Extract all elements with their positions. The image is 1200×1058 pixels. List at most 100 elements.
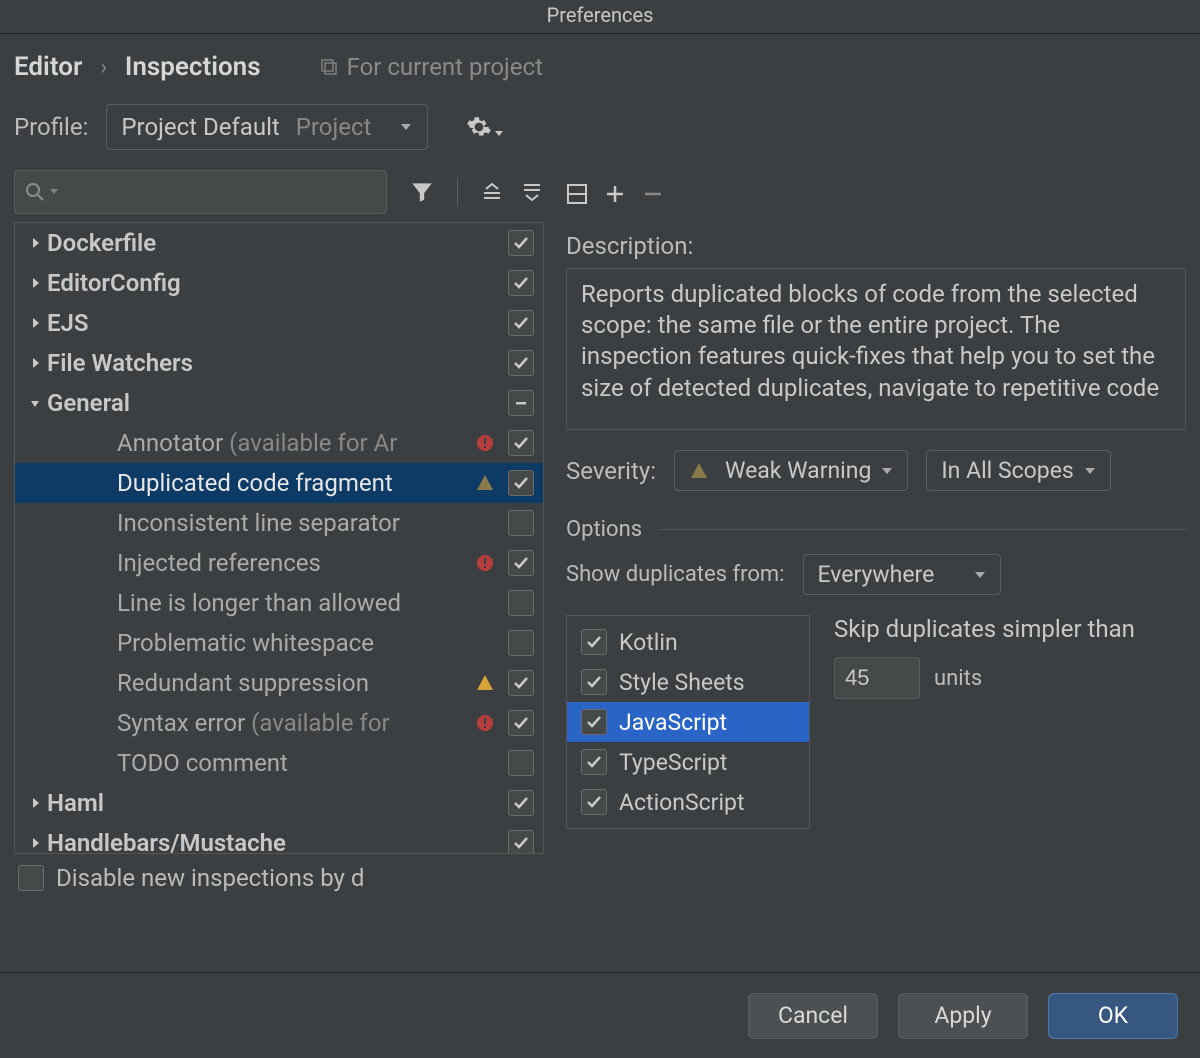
- checkbox[interactable]: [581, 789, 607, 815]
- tree-row[interactable]: Inconsistent line separator: [15, 503, 543, 543]
- chevron-down-icon: [1084, 465, 1096, 477]
- checkbox[interactable]: [581, 709, 607, 735]
- checkbox[interactable]: [508, 550, 534, 576]
- tree-row[interactable]: General: [15, 383, 543, 423]
- tree-row[interactable]: Haml: [15, 783, 543, 823]
- chevron-right-icon: ›: [100, 55, 107, 80]
- square-icon[interactable]: [566, 183, 588, 205]
- profile-hint: Project: [296, 113, 372, 141]
- chevron-down-icon: [974, 569, 986, 581]
- right-toolbar: [566, 172, 1186, 216]
- inspection-tree[interactable]: Dockerfile EditorConfig EJS File WatchersGe…: [14, 222, 544, 854]
- chevron-right-icon[interactable]: [23, 356, 47, 370]
- chevron-right-icon[interactable]: [23, 236, 47, 250]
- tree-row[interactable]: EJS: [15, 303, 543, 343]
- tree-item-label: Annotator (available for Ar: [117, 429, 471, 457]
- language-row[interactable]: TypeScript: [567, 742, 809, 782]
- language-row[interactable]: ActionScript: [567, 782, 809, 822]
- tree-row[interactable]: Annotator (available for Ar: [15, 423, 543, 463]
- duplicates-from-dropdown[interactable]: Everywhere: [803, 554, 1002, 595]
- chevron-right-icon[interactable]: [23, 836, 47, 850]
- language-row[interactable]: JavaScript: [567, 702, 809, 742]
- checkbox[interactable]: [508, 270, 534, 296]
- tree-row[interactable]: Duplicated code fragment: [15, 463, 543, 503]
- tree-item-label: Redundant suppression: [117, 669, 471, 697]
- tree-item-label: EditorConfig: [47, 269, 471, 297]
- tree-row[interactable]: Dockerfile: [15, 223, 543, 263]
- chevron-down-icon[interactable]: [23, 396, 47, 410]
- apply-button[interactable]: Apply: [898, 993, 1028, 1039]
- scope-dropdown[interactable]: In All Scopes: [926, 450, 1110, 491]
- tree-row[interactable]: Line is longer than allowed: [15, 583, 543, 623]
- tree-row[interactable]: Redundant suppression: [15, 663, 543, 703]
- tree-row[interactable]: Problematic whitespace: [15, 623, 543, 663]
- tree-item-label: EJS: [47, 309, 471, 337]
- collapse-all-icon[interactable]: [520, 180, 544, 204]
- severity-icon: [471, 553, 499, 573]
- disable-new-checkbox[interactable]: [18, 865, 44, 891]
- language-row[interactable]: Kotlin: [567, 622, 809, 662]
- gear-icon[interactable]: [466, 114, 504, 140]
- tree-toolbar: [14, 170, 544, 214]
- severity-icon: [471, 713, 499, 733]
- severity-icon: [471, 673, 499, 693]
- search-input[interactable]: [14, 170, 387, 214]
- tree-item-label: Syntax error (available for: [117, 709, 471, 737]
- add-icon[interactable]: [604, 183, 626, 205]
- checkbox[interactable]: [508, 750, 534, 776]
- checkbox[interactable]: [508, 510, 534, 536]
- language-label: Kotlin: [619, 629, 678, 656]
- description-text: Reports duplicated blocks of code from t…: [566, 268, 1186, 430]
- cancel-button[interactable]: Cancel: [748, 993, 878, 1039]
- checkbox[interactable]: [508, 230, 534, 256]
- breadcrumb-editor[interactable]: Editor: [14, 52, 82, 82]
- tree-row[interactable]: EditorConfig: [15, 263, 543, 303]
- chevron-right-icon[interactable]: [23, 276, 47, 290]
- ok-button[interactable]: OK: [1048, 993, 1178, 1039]
- profile-dropdown[interactable]: Project Default Project: [106, 104, 428, 150]
- tree-item-label: TODO comment: [117, 749, 471, 777]
- filter-icon[interactable]: [409, 179, 435, 205]
- checkbox[interactable]: [508, 430, 534, 456]
- profile-label: Profile:: [14, 113, 88, 141]
- language-list[interactable]: Kotlin Style Sheets JavaScriptTypeScriptAc…: [566, 615, 810, 829]
- checkbox[interactable]: [508, 710, 534, 736]
- disable-new-row[interactable]: Disable new inspections by d: [14, 854, 544, 892]
- checkbox[interactable]: [508, 350, 534, 376]
- checkbox[interactable]: [508, 670, 534, 696]
- checkbox[interactable]: [508, 310, 534, 336]
- severity-label: Severity:: [566, 457, 656, 485]
- breadcrumb: Editor › Inspections For current project: [0, 34, 1200, 94]
- checkbox[interactable]: [508, 790, 534, 816]
- checkbox[interactable]: [508, 590, 534, 616]
- tree-row[interactable]: TODO comment: [15, 743, 543, 783]
- checkbox[interactable]: [581, 749, 607, 775]
- expand-all-icon[interactable]: [480, 180, 504, 204]
- divider: [457, 177, 458, 207]
- chevron-right-icon[interactable]: [23, 316, 47, 330]
- checkbox[interactable]: [508, 470, 534, 496]
- profile-row: Profile: Project Default Project: [0, 94, 1200, 170]
- skip-units-input[interactable]: [834, 657, 920, 699]
- tree-row[interactable]: Syntax error (available for: [15, 703, 543, 743]
- severity-dropdown[interactable]: Weak Warning: [674, 450, 908, 491]
- remove-icon[interactable]: [642, 183, 664, 205]
- chevron-right-icon[interactable]: [23, 796, 47, 810]
- checkbox-indeterminate[interactable]: [508, 390, 534, 416]
- chevron-down-icon: [881, 465, 893, 477]
- skip-units-label: units: [934, 666, 982, 691]
- tree-item-label: Handlebars/Mustache: [47, 829, 471, 854]
- tree-row[interactable]: File Watchers: [15, 343, 543, 383]
- checkbox[interactable]: [581, 629, 607, 655]
- divider: [658, 529, 1186, 530]
- checkbox[interactable]: [581, 669, 607, 695]
- chevron-down-icon: [49, 187, 59, 197]
- tree-row[interactable]: Handlebars/Mustache: [15, 823, 543, 854]
- tree-row[interactable]: Injected references: [15, 543, 543, 583]
- checkbox[interactable]: [508, 630, 534, 656]
- language-label: Style Sheets: [619, 669, 745, 696]
- severity-icon: [471, 433, 499, 453]
- checkbox[interactable]: [508, 830, 534, 854]
- tree-item-label: Injected references: [117, 549, 471, 577]
- language-row[interactable]: Style Sheets: [567, 662, 809, 702]
